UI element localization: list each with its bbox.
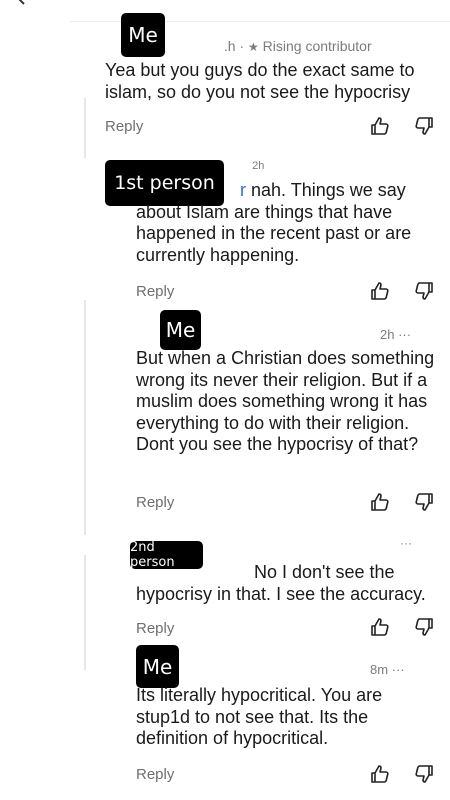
downvote-button[interactable] <box>414 116 434 136</box>
comment-body: No I don't see the hypocrisy in that. I … <box>136 562 441 605</box>
thumbs-down-icon <box>415 765 433 783</box>
thumbs-up-icon <box>371 117 389 135</box>
top-bar-partial <box>0 0 450 22</box>
reply-button[interactable]: Reply <box>136 620 174 637</box>
reply-button[interactable]: Reply <box>136 494 174 511</box>
thumbs-down-icon <box>415 618 433 636</box>
thread-line <box>84 555 86 670</box>
back-arrow-icon[interactable] <box>14 0 28 8</box>
thread-line <box>84 300 86 535</box>
thumbs-up-icon <box>371 765 389 783</box>
annotation-label: Me <box>136 645 179 688</box>
comment-body: r nah. Things we say about Islam are thi… <box>136 180 436 266</box>
upvote-button[interactable] <box>370 492 390 512</box>
thumbs-down-icon <box>415 117 433 135</box>
downvote-button[interactable] <box>414 617 434 637</box>
annotation-label: Me <box>160 310 201 350</box>
thumbs-down-icon <box>415 493 433 511</box>
reply-button[interactable]: Reply <box>136 283 174 300</box>
comment-timestamp: 2h <box>246 160 265 172</box>
upvote-button[interactable] <box>370 281 390 301</box>
reply-button[interactable]: Reply <box>105 118 143 135</box>
comment-body: But when a Christian does something wron… <box>136 348 435 454</box>
thread-line <box>84 98 86 158</box>
upvote-button[interactable] <box>370 764 390 784</box>
star-icon: ★ <box>248 40 259 54</box>
comment-timestamp: 8m ··· <box>370 662 405 677</box>
comment-body: Yea but you guys do the exact same to is… <box>105 60 415 102</box>
comment-text-rest: about Islam are things that have happene… <box>136 201 412 265</box>
comment-timestamp: .h · <box>220 38 249 54</box>
comment-meta: .h · ★ Rising contributor <box>220 38 372 54</box>
downvote-button[interactable] <box>414 281 434 301</box>
annotation-label: Me <box>121 13 165 57</box>
comment-timestamp: 2h ··· <box>380 327 412 342</box>
comment-timestamp: ··· <box>400 536 412 550</box>
upvote-button[interactable] <box>370 617 390 637</box>
comment-text-start: nah. Things we say <box>246 180 406 200</box>
comment-text-start: No I don't see the <box>254 562 395 582</box>
thumbs-up-icon <box>371 282 389 300</box>
upvote-button[interactable] <box>370 116 390 136</box>
reply-button[interactable]: Reply <box>136 766 174 783</box>
rising-contributor-badge: Rising contributor <box>262 38 372 54</box>
thumbs-down-icon <box>415 282 433 300</box>
thumbs-up-icon <box>371 618 389 636</box>
downvote-button[interactable] <box>414 764 434 784</box>
comment-text-rest: hypocrisy in that. I see the accuracy. <box>136 583 426 604</box>
downvote-button[interactable] <box>414 492 434 512</box>
comment-body: Its literally hypocritical. You are stup… <box>136 685 383 748</box>
thumbs-up-icon <box>371 493 389 511</box>
